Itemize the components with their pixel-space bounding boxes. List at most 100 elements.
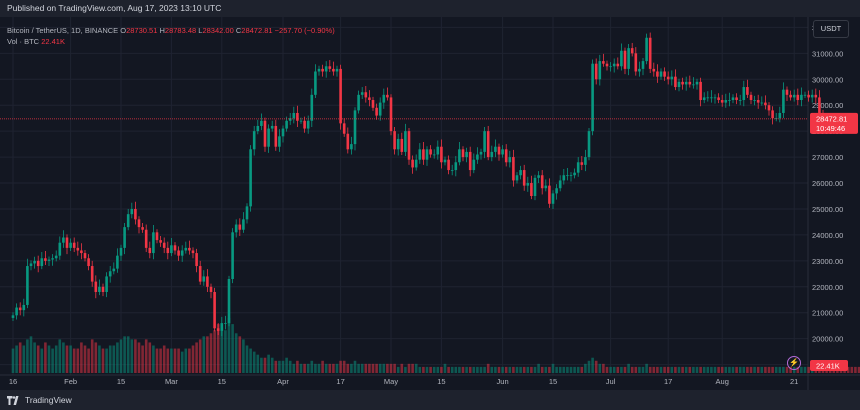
volume-bar [634, 366, 638, 373]
legend-symbol[interactable]: Bitcoin / TetherUS, 1D, BINANCE [7, 26, 118, 35]
volume-bar [188, 348, 191, 373]
x-tick-label: Aug [716, 377, 729, 386]
legend-volume-label[interactable]: Vol · BTC [7, 37, 39, 46]
x-tick-label: 15 [549, 377, 557, 386]
candle-body [411, 159, 414, 168]
candle-body [778, 112, 782, 119]
candle-body [584, 157, 587, 165]
volume-bar [112, 345, 116, 373]
volume-bar [753, 366, 756, 373]
candle-body [116, 255, 119, 269]
volume-bar [562, 366, 566, 373]
candle-body [98, 286, 101, 292]
candle-body [634, 53, 638, 72]
candle-body [375, 107, 378, 116]
candle-body [425, 149, 429, 160]
candle-body [270, 125, 274, 129]
candle-body [760, 102, 764, 104]
y-tick-label: 22000.00 [812, 283, 843, 292]
volume-bar [400, 363, 404, 373]
volume-bar [440, 366, 443, 373]
candle-body [184, 247, 188, 251]
volume-bar [591, 357, 594, 373]
volume-bar [76, 348, 80, 373]
volume-bar [105, 348, 108, 373]
lightning-icon[interactable]: ⚡ [787, 356, 801, 370]
volume-bar [576, 366, 580, 373]
volume-bar [702, 366, 706, 373]
currency-button[interactable]: USDT [813, 20, 849, 38]
x-tick-label: Mar [165, 377, 178, 386]
candle-body [609, 66, 612, 68]
candle-body [591, 63, 594, 132]
candle-body [818, 97, 821, 113]
volume-bar [432, 366, 436, 373]
candle-body [587, 131, 591, 158]
candle-body [76, 247, 80, 251]
volume-bar [155, 348, 159, 373]
candle-body [382, 94, 386, 103]
candle-body [717, 97, 720, 101]
candle-body [731, 97, 735, 101]
candle-body [267, 128, 270, 147]
volume-bar [587, 360, 591, 373]
volume-bar [177, 348, 180, 373]
volume-bar [706, 366, 710, 373]
volume-bar [209, 333, 213, 373]
candle-body [317, 68, 321, 72]
volume-bar [62, 342, 65, 373]
y-tick-label: 31000.00 [812, 49, 843, 58]
candle-body [144, 229, 148, 248]
volume-bar [544, 366, 548, 373]
candle-body [141, 227, 144, 230]
candle-body [562, 175, 566, 181]
candle-body [645, 37, 648, 62]
volume-bar [623, 366, 627, 373]
candle-body [321, 68, 324, 72]
volume-bar [375, 363, 378, 373]
candle-body [594, 63, 598, 80]
volume-bar [468, 366, 472, 373]
candle-body [324, 66, 328, 72]
volume-bar [90, 339, 94, 373]
volume-bar [324, 363, 328, 373]
volume-bar [465, 366, 468, 373]
volume-bar [616, 366, 620, 373]
legend-close: 28472.81 [241, 26, 273, 35]
volume-bar [476, 366, 479, 373]
candle-body [530, 183, 533, 196]
tradingview-logo-icon[interactable] [7, 396, 21, 406]
candle-body [486, 131, 490, 158]
volume-bar [425, 366, 429, 373]
candle-body [807, 94, 810, 98]
candle-body [735, 97, 738, 101]
volume-bar [242, 339, 245, 373]
candle-body [69, 242, 72, 248]
candle-body [364, 92, 368, 98]
candle-body [134, 208, 137, 220]
candle-body [702, 97, 706, 101]
candle-body [526, 183, 530, 186]
volume-bar [638, 366, 641, 373]
candle-body [231, 232, 234, 280]
volume-bar [594, 360, 598, 373]
volume-bar [512, 366, 515, 373]
volume-bar [321, 360, 324, 373]
chart-area[interactable]: 32000.0031000.0030000.0029000.0028000.00… [0, 17, 860, 390]
candle-body [80, 250, 83, 254]
candle-body [339, 68, 342, 124]
volume-bar [72, 348, 76, 373]
volume-bar [656, 366, 659, 373]
candle-body [432, 154, 436, 156]
candlestick-chart[interactable]: 32000.0031000.0030000.0029000.0028000.00… [0, 17, 860, 390]
candle-body [785, 89, 789, 95]
candle-body [501, 149, 504, 155]
footer-brand[interactable]: TradingView [25, 395, 72, 405]
volume-bar [202, 336, 206, 373]
volume-bar [717, 366, 720, 373]
candle-body [245, 206, 249, 220]
volume-bar [180, 351, 184, 373]
candle-body [659, 71, 663, 77]
x-tick-label: 17 [336, 377, 344, 386]
candle-body [512, 157, 515, 181]
